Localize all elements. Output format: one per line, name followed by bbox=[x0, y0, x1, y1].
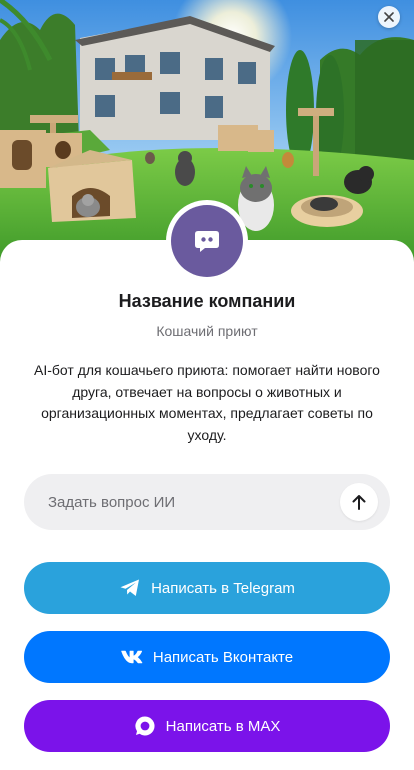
company-description: AI-бот для кошачьего приюта: помогает на… bbox=[34, 362, 380, 443]
vk-icon bbox=[121, 650, 143, 664]
avatar bbox=[166, 200, 248, 282]
vk-button-label: Написать Вконтакте bbox=[152, 648, 294, 666]
telegram-button[interactable]: Написать в Telegram bbox=[24, 562, 390, 614]
company-name: Название компании bbox=[118, 291, 296, 311]
company-subtitle: Кошачий приют bbox=[156, 323, 258, 339]
close-icon bbox=[384, 12, 394, 22]
avatar-circle bbox=[171, 205, 243, 277]
vk-button[interactable]: Написать Вконтакте bbox=[24, 631, 390, 683]
ask-ai-placeholder: Задать вопрос ИИ bbox=[48, 493, 176, 511]
max-button-label: Написать в MAX bbox=[165, 717, 281, 735]
telegram-icon bbox=[119, 578, 141, 598]
telegram-button-label: Написать в Telegram bbox=[151, 579, 295, 597]
arrow-up-icon bbox=[352, 495, 366, 510]
max-button[interactable]: Написать в MAX bbox=[24, 700, 390, 752]
chat-bubble-icon bbox=[195, 231, 219, 252]
send-button[interactable] bbox=[340, 483, 378, 521]
close-button[interactable] bbox=[378, 6, 400, 28]
ask-ai-input[interactable]: Задать вопрос ИИ bbox=[24, 474, 390, 530]
max-icon bbox=[134, 715, 156, 737]
